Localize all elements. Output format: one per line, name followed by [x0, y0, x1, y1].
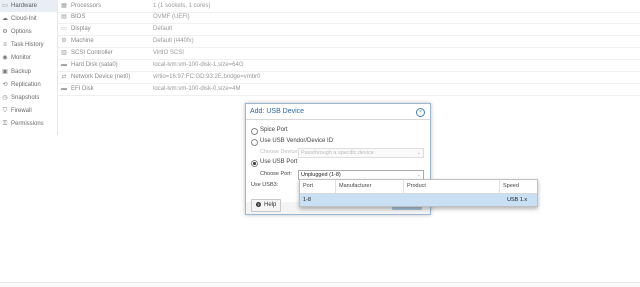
exchange-icon: ⇄: [61, 74, 67, 80]
sidebar-item-label: Backup: [11, 69, 32, 75]
sidebar-item-firewall[interactable]: ⛉ Firewall: [0, 105, 57, 117]
row-key: SCSI Controller: [71, 50, 113, 56]
port-dropdown-grid: Port Manufacturer Product Speed 1-8 USB …: [299, 179, 538, 207]
sidebar-item-backup[interactable]: ▣ Backup: [0, 66, 57, 78]
choose-port-label: Choose Port:: [260, 171, 293, 177]
help-button[interactable]: ? Help: [251, 199, 281, 212]
cogs-icon: ⚙: [61, 38, 67, 44]
dialog-header: Add: USB Device ×: [246, 104, 430, 120]
row-value: Default: [153, 26, 173, 32]
sidebar-item-label: Replication: [11, 82, 41, 88]
sidebar-item-label: Options: [11, 29, 32, 35]
hardware-row-efi-disk[interactable]: ▬ EFI Disk local-lvm:vm-100-disk-0,size=4M: [58, 83, 640, 96]
cell-manufacturer: [336, 194, 339, 206]
cell-speed: USB 1.x: [507, 197, 528, 203]
row-value: local-lvm:vm-100-disk-0,size=4M: [153, 86, 241, 92]
vendor-device-id-label[interactable]: Use USB Vendor/Device ID: [260, 138, 333, 144]
row-key: Hard Disk (sata0): [71, 62, 118, 68]
sidebar: ▭ Hardware ☁ Cloud-Init ⚙ Options ≡ Task His…: [0, 0, 58, 135]
row-key: EFI Disk: [71, 86, 94, 92]
grid-header: Port Manufacturer Product Speed: [300, 180, 537, 194]
gear-icon: ⚙: [2, 29, 8, 35]
dialog-title: Add: USB Device: [250, 108, 305, 115]
cloud-icon: ☁: [2, 16, 8, 22]
sidebar-item-label: Hardware: [11, 3, 38, 9]
sidebar-item-label: Cloud-Init: [11, 16, 37, 22]
choose-device-placeholder: Passthrough a specific device: [301, 150, 374, 156]
desktop-icon: ▭: [2, 3, 8, 9]
sidebar-item-label: Snapshots: [11, 95, 40, 101]
choose-device-label: Choose Device:: [260, 149, 299, 155]
row-value: VirtIO SCSI: [153, 50, 184, 56]
use-usb-port-label[interactable]: Use USB Port: [260, 159, 297, 165]
row-key: Machine: [71, 38, 94, 44]
sidebar-item-label: Task History: [11, 42, 44, 48]
column-header-product[interactable]: Product: [404, 180, 500, 193]
sidebar-item-label: Firewall: [11, 108, 32, 114]
database-icon: ▥: [61, 50, 67, 56]
sidebar-item-monitor[interactable]: ◉ Monitor: [0, 52, 57, 64]
sidebar-item-label: Monitor: [11, 55, 32, 61]
chevron-down-icon: ⌄: [416, 150, 421, 156]
hdd-icon: ▬: [61, 62, 67, 68]
sidebar-item-cloud-init[interactable]: ☁ Cloud-Init: [0, 13, 57, 25]
hdd-icon: ▬: [61, 86, 67, 92]
shield-icon: ⛉: [2, 108, 8, 114]
sidebar-item-permissions[interactable]: ⚿ Permissions: [0, 118, 57, 130]
unlock-icon: ⚿: [2, 121, 8, 127]
help-icon: ?: [256, 202, 261, 207]
use-usb-port-radio[interactable]: [251, 160, 258, 167]
spice-port-radio[interactable]: [251, 128, 258, 135]
chevron-down-icon[interactable]: ⌄: [417, 171, 421, 179]
cell-product: [404, 194, 407, 206]
microchip-icon: ▤: [61, 14, 67, 20]
help-label: Help: [264, 202, 277, 208]
table-row[interactable]: 1-8 USB 1.x: [300, 194, 537, 206]
eye-icon: ◉: [2, 55, 8, 61]
choose-port-value: Unplugged (1-8): [301, 172, 341, 178]
floppy-icon: ▣: [2, 69, 8, 75]
retweet-icon: ⟲: [2, 82, 8, 88]
sidebar-item-label: Permissions: [11, 121, 44, 127]
choose-device-combo: Passthrough a specific device ⌄: [298, 148, 424, 158]
row-key: Display: [71, 26, 91, 32]
history-icon: ◷: [2, 95, 8, 101]
row-key: BIOS: [71, 14, 86, 20]
sidebar-item-hardware[interactable]: ▭ Hardware: [0, 0, 57, 12]
sidebar-item-snapshots[interactable]: ◷ Snapshots: [0, 92, 57, 104]
sidebar-item-options[interactable]: ⚙ Options: [0, 26, 57, 38]
status-bar: [0, 282, 640, 287]
close-icon[interactable]: ×: [416, 108, 425, 117]
row-key: Network Device (net0): [71, 74, 131, 80]
row-value: Default (i440fx): [153, 38, 194, 44]
row-value: virtio=16:97:FC:GD:93:2E,bridge=vmbr0: [153, 74, 261, 80]
spice-port-label[interactable]: Spice Port: [260, 127, 288, 133]
list-icon: ≡: [3, 42, 7, 48]
column-header-speed[interactable]: Speed: [500, 180, 537, 193]
column-header-port[interactable]: Port: [300, 180, 336, 193]
monitor-icon: ▭: [61, 26, 67, 32]
vendor-device-id-radio[interactable]: [251, 139, 258, 146]
row-value: OVMF (UEFI): [153, 14, 190, 20]
use-usb3-label: Use USB3:: [251, 182, 279, 188]
row-value: local-lvm:vm-100-disk-1,size=64G: [153, 62, 244, 68]
sidebar-item-replication[interactable]: ⟲ Replication: [0, 79, 57, 91]
column-header-manufacturer[interactable]: Manufacturer: [336, 180, 404, 193]
sidebar-item-task-history[interactable]: ≡ Task History: [0, 39, 57, 51]
cell-port: 1-8: [303, 197, 311, 203]
